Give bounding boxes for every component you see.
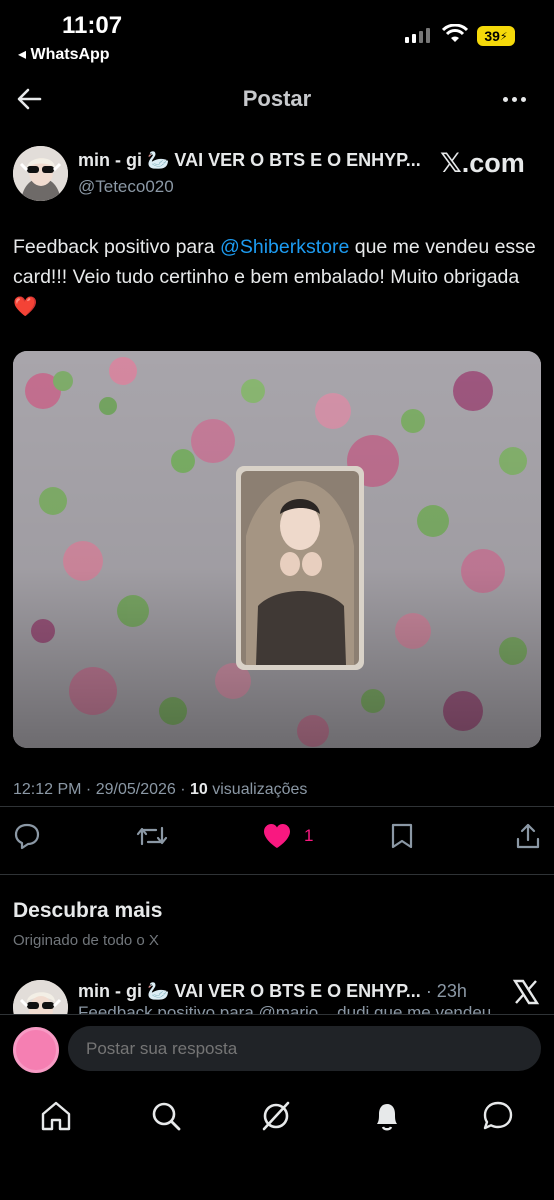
discover-title: Descubra mais bbox=[13, 899, 163, 922]
tweet-text-start: Feedback positivo para bbox=[13, 236, 221, 258]
grok-icon[interactable] bbox=[258, 1098, 294, 1134]
battery-level: 39 bbox=[484, 28, 500, 44]
author-name[interactable]: min - gi 🦢 VAI VER O BTS E O ENHYP... bbox=[78, 150, 438, 171]
signal-icon bbox=[405, 28, 430, 43]
views-label: visualizações bbox=[207, 781, 308, 798]
author-info[interactable]: min - gi 🦢 VAI VER O BTS E O ENHYP... @T… bbox=[78, 150, 438, 197]
x-logo-icon bbox=[512, 979, 540, 1005]
views-count: 10 bbox=[190, 781, 208, 798]
wifi-icon bbox=[442, 24, 468, 42]
reply-input[interactable] bbox=[68, 1026, 541, 1071]
related-post-header[interactable]: min - gi 🦢 VAI VER O BTS E O ENHYP... · … bbox=[78, 981, 467, 1002]
like-count: 1 bbox=[304, 826, 314, 845]
back-to-app-link[interactable]: ◂ WhatsApp bbox=[18, 44, 110, 64]
user-avatar[interactable] bbox=[13, 1027, 59, 1073]
bookmark-icon[interactable] bbox=[389, 822, 415, 850]
divider bbox=[0, 806, 554, 807]
bottom-tab-bar bbox=[0, 1090, 554, 1150]
share-icon[interactable] bbox=[514, 822, 542, 850]
tweet-actions: 1 bbox=[0, 818, 554, 858]
notifications-icon[interactable] bbox=[369, 1098, 405, 1134]
home-icon[interactable] bbox=[38, 1098, 74, 1134]
reply-bar bbox=[0, 1014, 554, 1084]
repost-icon[interactable] bbox=[136, 822, 168, 850]
post-header: Postar bbox=[0, 78, 554, 120]
battery-indicator: 39 ⚡ bbox=[477, 26, 515, 46]
status-bar: 11:07 ◂ WhatsApp 39 ⚡ bbox=[0, 0, 554, 70]
photocard bbox=[236, 466, 364, 670]
reply-icon[interactable] bbox=[13, 822, 41, 850]
related-author-name[interactable]: min - gi 🦢 VAI VER O BTS E O ENHYP... bbox=[78, 981, 421, 1001]
tweet-text: Feedback positivo para @Shiberkstore que… bbox=[13, 232, 541, 322]
mention-link[interactable]: @Shiberkstore bbox=[220, 236, 349, 258]
x-com-badge: 𝕏.com bbox=[440, 148, 525, 178]
like-icon[interactable] bbox=[262, 822, 292, 850]
tweet-meta: 12:12 PM · 29/05/2026 · 10 visualizações bbox=[13, 781, 307, 799]
tweet-timestamp: 12:12 PM · 29/05/2026 · bbox=[13, 781, 190, 798]
status-time: 11:07 bbox=[62, 12, 123, 39]
more-icon[interactable] bbox=[498, 84, 530, 114]
page-title: Postar bbox=[242, 86, 312, 111]
author-handle[interactable]: @Teteco020 bbox=[78, 177, 438, 197]
discover-subtitle: Originado de todo o X bbox=[13, 932, 159, 949]
search-icon[interactable] bbox=[148, 1098, 184, 1134]
related-time: · 23h bbox=[420, 981, 467, 1001]
messages-icon[interactable] bbox=[480, 1098, 516, 1134]
author-avatar[interactable] bbox=[13, 146, 68, 201]
tweet-photo[interactable] bbox=[13, 351, 541, 748]
divider bbox=[0, 874, 554, 875]
